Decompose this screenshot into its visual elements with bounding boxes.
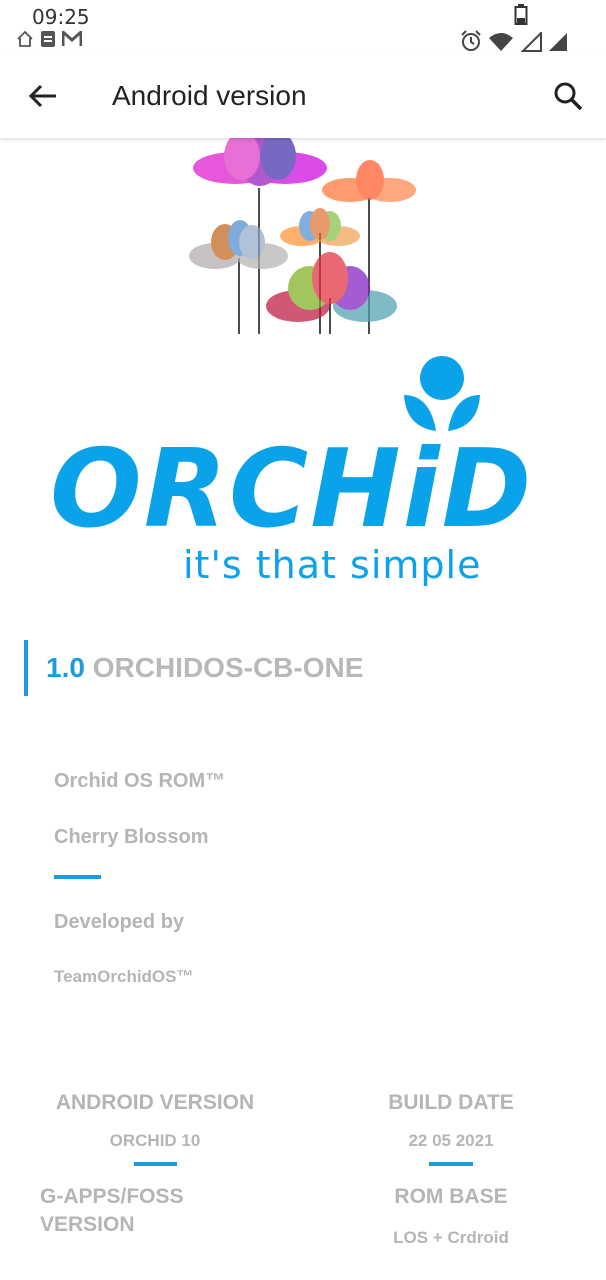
build-date-label: BUILD DATE (388, 1091, 514, 1114)
arrow-left-icon[interactable] (26, 79, 60, 113)
android-version-value: ORCHID 10 (109, 1131, 201, 1150)
rom-codename: Cherry Blossom (54, 826, 209, 848)
divider-accent (54, 875, 101, 879)
developer-name: TeamOrchidOS™ (54, 967, 194, 986)
system-icons (460, 4, 590, 54)
app-bar: Android version (0, 56, 606, 138)
status-bar: 09:25 (0, 0, 606, 56)
version-accent-bar (24, 640, 28, 696)
gapps-foss-label-line2: VERSION (40, 1213, 135, 1236)
developed-by-label: Developed by (54, 911, 185, 933)
notification-icons (16, 30, 82, 48)
logo-tagline: it's that simple (183, 543, 482, 587)
orchid-wordmark: ORCHiD (50, 427, 534, 552)
version-number: 1.0 (46, 652, 85, 683)
home-icon (17, 30, 33, 47)
orchid-logo-mark (404, 356, 480, 431)
rom-name: Orchid OS ROM™ (54, 770, 226, 792)
signal-icon (520, 32, 542, 52)
battery-icon (514, 4, 528, 25)
android-version-label: ANDROID VERSION (55, 1091, 255, 1114)
gapps-foss-label-line1: G-APPS/FOSS (40, 1185, 184, 1208)
lotus-flowers-illustration (189, 138, 416, 334)
page-title: Android version (112, 80, 307, 111)
search-icon[interactable] (550, 78, 586, 114)
signal-icon (549, 33, 567, 51)
version-heading: 1.0 ORCHIDOS-CB-ONE (46, 652, 363, 684)
note-icon (41, 31, 55, 47)
status-time: 09:25 (32, 5, 90, 29)
rom-base-label: ROM BASE (394, 1185, 508, 1208)
alarm-icon (461, 30, 481, 51)
build-date-value: 22 05 2021 (408, 1131, 494, 1150)
rom-base-value: LOS + Crdroid (393, 1228, 509, 1247)
divider-accent (134, 1162, 177, 1166)
wifi-icon (489, 33, 513, 51)
version-name: ORCHIDOS-CB-ONE (92, 652, 364, 683)
divider-accent (429, 1162, 473, 1166)
gmail-icon (62, 31, 82, 46)
